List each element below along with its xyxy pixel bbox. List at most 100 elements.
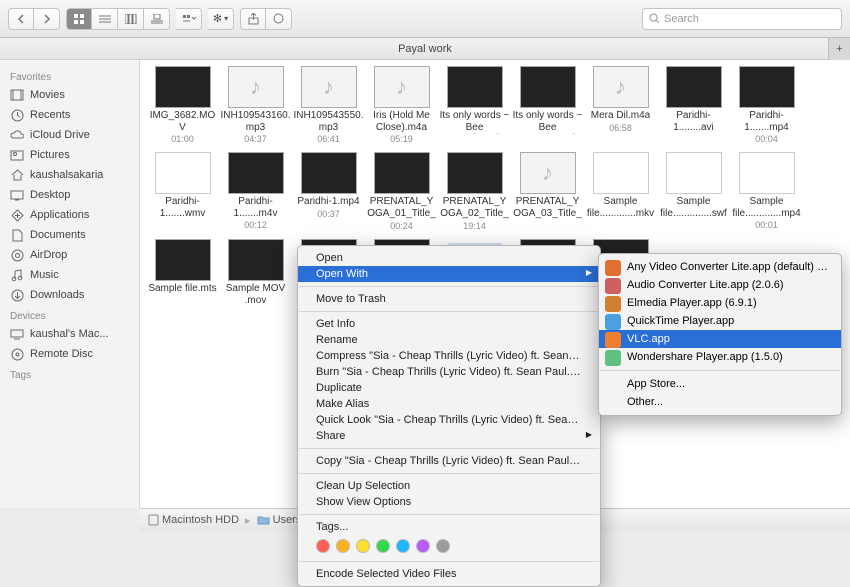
sidebar-item-label: Remote Disc — [30, 348, 93, 360]
app-item[interactable]: VLC.app — [599, 330, 841, 348]
sidebar-item-downloads[interactable]: Downloads — [0, 285, 139, 305]
tag-dot[interactable] — [356, 539, 370, 553]
menu-item[interactable]: Quick Look "Sia - Cheap Thrills (Lyric V… — [298, 412, 600, 428]
tag-dot[interactable] — [396, 539, 410, 553]
file-item[interactable]: Its only words ~ Bee Gee...rics.mkv — [438, 64, 511, 150]
file-duration: 05:19 — [390, 134, 413, 144]
sidebar-item-icloud-drive[interactable]: iCloud Drive — [0, 125, 139, 145]
share-button[interactable] — [240, 8, 266, 30]
icloud-icon — [10, 128, 24, 142]
sidebar-item-documents[interactable]: Documents — [0, 225, 139, 245]
file-item[interactable]: ♪INH109543550.mp306:41 — [292, 64, 365, 150]
gear-icon: ✻ — [213, 12, 222, 25]
menu-item[interactable]: Clean Up Selection — [298, 478, 600, 494]
menu-item[interactable]: Open — [298, 250, 600, 266]
app-icon — [605, 332, 621, 348]
file-thumbnail — [155, 239, 211, 281]
sidebar-item-kaushal-s-mac-[interactable]: kaushal's Mac... — [0, 324, 139, 344]
file-item[interactable]: Paridhi-1.......wmv — [146, 150, 219, 237]
tag-dot[interactable] — [376, 539, 390, 553]
menu-item[interactable]: Show View Options — [298, 494, 600, 510]
tag-dot[interactable] — [336, 539, 350, 553]
airdrop-icon — [10, 248, 24, 262]
tag-dot[interactable] — [436, 539, 450, 553]
app-item[interactable]: Elmedia Player.app (6.9.1) — [599, 294, 841, 312]
file-item[interactable]: Sample MOV .mov — [219, 237, 292, 324]
menu-item[interactable]: Open With — [298, 266, 600, 282]
app-item[interactable]: Other... — [599, 393, 841, 411]
view-buttons — [66, 8, 170, 30]
forward-button[interactable] — [34, 8, 60, 30]
sidebar-item-kaushalsakaria[interactable]: kaushalsakaria — [0, 165, 139, 185]
file-name: INH109543550.mp3 — [293, 110, 364, 133]
file-item[interactable]: Paridhi-1........avi — [657, 64, 730, 150]
file-item[interactable]: Sample file.............mkv — [584, 150, 657, 237]
sidebar-item-pictures[interactable]: Pictures — [0, 145, 139, 165]
app-item[interactable]: QuickTime Player.app — [599, 312, 841, 330]
file-item[interactable]: PRENATAL_YOGA_02_Title_01.mp419:14 — [438, 150, 511, 237]
context-menu: OpenOpen With Move to Trash Get InfoRename… — [297, 245, 601, 587]
path-segment[interactable]: Users — [257, 514, 302, 526]
app-item[interactable]: Any Video Converter Lite.app (default) (… — [599, 258, 841, 276]
file-item[interactable]: ♪INH109543160.mp304:37 — [219, 64, 292, 150]
file-duration: 00:04 — [755, 134, 778, 144]
file-item[interactable]: Sample file..............swf — [657, 150, 730, 237]
file-name: IMG_3682.MOV — [147, 110, 218, 133]
file-item[interactable]: PRENATAL_YOGA_01_Title_01.mp400:24 — [365, 150, 438, 237]
menu-item[interactable]: Get Info — [298, 316, 600, 332]
sidebar-item-label: kaushalsakaria — [30, 169, 103, 181]
app-item[interactable]: Audio Converter Lite.app (2.0.6) — [599, 276, 841, 294]
file-item[interactable]: Sample file.mts — [146, 237, 219, 324]
menu-item[interactable]: Compress "Sia - Cheap Thrills (Lyric Vid… — [298, 348, 600, 364]
menu-item[interactable]: Share — [298, 428, 600, 444]
tags-button[interactable] — [266, 8, 292, 30]
tag-dot[interactable] — [316, 539, 330, 553]
file-item[interactable]: Paridhi-1.......mp400:04 — [730, 64, 803, 150]
action-button[interactable]: ✻▾ — [208, 8, 234, 30]
app-item[interactable]: Wondershare Player.app (1.5.0) — [599, 348, 841, 366]
file-item[interactable]: Sample file.............mp400:01 — [730, 150, 803, 237]
menu-item[interactable]: Encode Selected Video Files — [298, 566, 600, 582]
file-item[interactable]: Its only words ~ Bee Gee...rics.vob — [511, 64, 584, 150]
file-item[interactable]: ♪PRENATAL_YOGA_03_Title_01.mp3 — [511, 150, 584, 237]
menu-item[interactable]: Burn "Sia - Cheap Thrills (Lyric Video) … — [298, 364, 600, 380]
file-thumbnail: ♪ — [374, 66, 430, 108]
file-item[interactable]: Paridhi-1.......m4v00:12 — [219, 150, 292, 237]
sidebar-item-applications[interactable]: Applications — [0, 205, 139, 225]
icon-view-button[interactable] — [66, 8, 92, 30]
menu-item[interactable]: Copy "Sia - Cheap Thrills (Lyric Video) … — [298, 453, 600, 469]
file-item[interactable]: ♪Mera Dil.m4a06:58 — [584, 64, 657, 150]
file-item[interactable]: ♪Iris (Hold Me Close).m4a05:19 — [365, 64, 438, 150]
menu-item[interactable]: Duplicate — [298, 380, 600, 396]
new-tab-button[interactable]: + — [828, 38, 850, 60]
sidebar-item-desktop[interactable]: Desktop — [0, 185, 139, 205]
tag-dot[interactable] — [416, 539, 430, 553]
file-item[interactable]: Paridhi-1.mp400:37 — [292, 150, 365, 237]
menu-item[interactable]: Make Alias — [298, 396, 600, 412]
sidebar-item-remote-disc[interactable]: Remote Disc — [0, 344, 139, 364]
sidebar-item-airdrop[interactable]: AirDrop — [0, 245, 139, 265]
sidebar-heading: Tags — [0, 364, 139, 383]
app-item[interactable]: App Store... — [599, 375, 841, 393]
path-segment[interactable]: Macintosh HDD — [148, 514, 239, 526]
column-view-button[interactable] — [118, 8, 144, 30]
search-placeholder: Search — [664, 13, 699, 25]
menu-item[interactable]: Move to Trash — [298, 291, 600, 307]
back-button[interactable] — [8, 8, 34, 30]
arrange-button[interactable] — [176, 8, 202, 30]
sidebar-item-music[interactable]: Music — [0, 265, 139, 285]
sidebar-item-recents[interactable]: Recents — [0, 105, 139, 125]
share-group — [240, 8, 292, 30]
coverflow-view-button[interactable] — [144, 8, 170, 30]
sidebar-item-label: Desktop — [30, 189, 70, 201]
disk-icon — [148, 514, 159, 526]
menu-item[interactable]: Rename — [298, 332, 600, 348]
list-view-button[interactable] — [92, 8, 118, 30]
file-thumbnail — [374, 152, 430, 194]
pictures-icon — [10, 148, 24, 162]
menu-item[interactable]: Tags... — [298, 519, 600, 535]
file-item[interactable]: IMG_3682.MOV01:00 — [146, 64, 219, 150]
sidebar-item-movies[interactable]: Movies — [0, 85, 139, 105]
file-name: Sample file.............mkv — [585, 196, 656, 219]
search-field[interactable]: Search — [642, 8, 842, 30]
